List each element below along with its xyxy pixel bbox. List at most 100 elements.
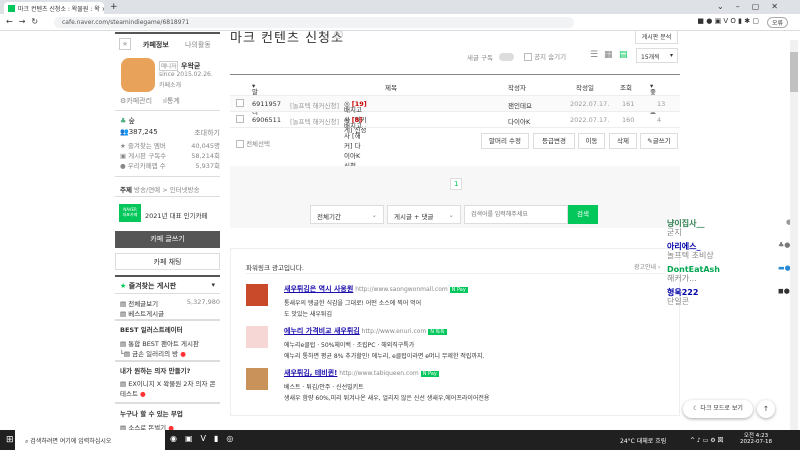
- board-item[interactable]: └▤ 금손 일러리의 방 ●: [120, 348, 186, 358]
- column-header[interactable]: 좋아요 ▾: [650, 82, 656, 116]
- scope-select[interactable]: 게시글 + 댓글 ⌄: [387, 205, 461, 224]
- column-header: 작성자: [508, 84, 526, 92]
- nav-buttons[interactable]: ←→↻: [6, 17, 44, 26]
- board-item[interactable]: ▤ 전체글보기: [120, 298, 158, 308]
- url-text: cafe.naver.com/steamindiegame/6818971: [62, 19, 190, 26]
- select-all-label: 전체선택: [246, 140, 270, 148]
- scrollbar[interactable]: [790, 40, 798, 430]
- scroll-top-button[interactable]: ↑: [757, 400, 775, 418]
- level-label: 숲: [128, 117, 135, 125]
- per-page-select[interactable]: 15개씩 ▾: [636, 48, 678, 63]
- row-author[interactable]: 다이아K: [508, 116, 530, 126]
- browser-tab[interactable]: 마크 컨텐츠 신청소 : 왁물원 : 왁 ×: [4, 2, 104, 14]
- board-item[interactable]: ▤ 베스트게시글: [120, 308, 164, 318]
- ad-title[interactable]: 새우튀김, 테비퀸!: [284, 369, 337, 377]
- ad-image: [246, 368, 268, 390]
- edit-prefix-button[interactable]: 말머리 수정: [481, 133, 529, 149]
- ad-item[interactable]: 새우튀김은 역시 사옹원 http://www.saongwonmall.com…: [246, 284, 468, 318]
- list-view-icon[interactable]: ☰: [590, 50, 598, 60]
- cafe-manage-link[interactable]: ⚙카페관리: [120, 96, 152, 106]
- write-button[interactable]: ✎글쓰기: [640, 133, 678, 149]
- extension-icon[interactable]: ■ ● ▣ V O ▮ ✱ ▢: [697, 17, 759, 28]
- new-tab-button[interactable]: +: [110, 2, 118, 12]
- board-item[interactable]: ▤ EX이니지 X 왁물원 2차 의자 콘테스트 ●: [120, 379, 220, 399]
- row-checkbox[interactable]: [236, 115, 244, 123]
- row-prefix-id: 6911957: [252, 100, 281, 108]
- card-view-icon[interactable]: ▤: [619, 50, 628, 60]
- ad-guide-label: 광고안내: [634, 264, 657, 271]
- stat-value: 40,045명: [191, 142, 220, 150]
- delete-button[interactable]: 삭제: [609, 133, 637, 149]
- tab-my-activity[interactable]: 나의활동: [185, 40, 211, 50]
- board-analyze-button[interactable]: 게시판 분석: [635, 30, 678, 44]
- write-label: 글쓰기: [652, 137, 671, 145]
- change-grade-button[interactable]: 등급변경: [533, 133, 575, 149]
- row-prefix-id: 6906511: [252, 116, 281, 124]
- board-label: 베스트게시글: [128, 310, 165, 318]
- column-header: 제목: [385, 84, 397, 92]
- profile-button[interactable]: 오류: [766, 17, 788, 28]
- taskbar-app-icons[interactable]: ◉▣Ⅴ▮◎: [170, 434, 241, 443]
- chevron-down-icon[interactable]: ▾: [211, 281, 215, 289]
- select-all-checkbox[interactable]: 전체선택: [236, 138, 270, 148]
- ad-desc: 생새우 함량 60%,미리 튀겨나온 새우, 얼리지 않은 신선 생새우,에어프…: [284, 395, 490, 402]
- cafe-chat-button[interactable]: 카페 채팅: [115, 253, 220, 270]
- row-checkbox[interactable]: [236, 99, 244, 107]
- board-label: 금손 일러리의 방: [132, 350, 179, 358]
- ad-desc: 에누리e클럽 · 50%체이백 · 조립PC · 해외직구특가: [284, 342, 415, 349]
- favorite-star-icon[interactable]: ★: [334, 30, 343, 39]
- tab-title: 마크 컨텐츠 신청소 : 왁물원 : 왁: [18, 6, 100, 13]
- tab-cafe-info[interactable]: 카페정보: [143, 40, 169, 50]
- taskbar-search[interactable]: ⌕ 검색하려면 여기에 입력하십시오: [15, 430, 165, 450]
- ad-title[interactable]: 에누리 가격비교 새우튀김: [284, 327, 360, 335]
- star-icon[interactable]: ★: [119, 38, 131, 50]
- manager-name[interactable]: 우왁굳: [181, 61, 200, 71]
- ad-url: http://www.enuri.com: [361, 328, 427, 335]
- member-count[interactable]: 👥387,245: [120, 128, 158, 136]
- fav-boards-header[interactable]: ★ 즐겨찾는 게시판: [120, 281, 176, 291]
- window-controls[interactable]: ⌄–▢✕: [717, 2, 790, 11]
- section-title: 누구나 할 수 있는 부업: [120, 410, 183, 418]
- section-title: 내가 원하는 의자 만들기?: [120, 367, 191, 375]
- tray-icons[interactable]: ^ ♪ ▭ ⚙ 図: [690, 435, 724, 444]
- search-button[interactable]: 검색: [568, 205, 598, 224]
- table-row[interactable]: 6906511 [놀프텍 해커신청] 배치고사 [해커] 다이아K 신청 ◎ […: [230, 112, 680, 170]
- cafe-intro-link[interactable]: 카페소개: [159, 80, 181, 89]
- row-title-link[interactable]: 배치고사 [해커] 다이아K 신청 ◎ [8]: [344, 116, 362, 170]
- ad-image: [246, 284, 268, 306]
- clock[interactable]: 오전 4:23 2022-07-18: [740, 431, 772, 445]
- ad-guide-link[interactable]: 광고안내 ›: [634, 262, 660, 271]
- table-row[interactable]: 6911957 [놀프텍 해커신청] 배치고사 [마키게] 신청 ◎ [19] …: [230, 96, 680, 134]
- row-title-link[interactable]: 배치고사 [마키게] 신청 ◎ [19]: [344, 100, 367, 134]
- search-input[interactable]: [464, 205, 568, 224]
- hide-notice-checkbox[interactable]: 공지 숨기기: [524, 51, 566, 61]
- row-title: 배치고사 [해커] 다이아K 신청: [344, 122, 362, 170]
- ad-title[interactable]: 새우튀김은 역시 사옹원: [284, 285, 353, 293]
- subscribe-toggle[interactable]: [499, 53, 514, 61]
- row-date: 2022.07.17.: [570, 116, 610, 124]
- stats-link[interactable]: ıl통계: [163, 96, 180, 106]
- dark-mode-button[interactable]: ☾ 다크 모드로 보기: [683, 400, 753, 418]
- row-prefix: [놀프텍 해커신청]: [290, 118, 339, 126]
- extensions: ■ ● ▣ V O ▮ ✱ ▢ 오류: [697, 17, 788, 28]
- period-select[interactable]: 전체기간 ⌄: [310, 205, 384, 224]
- board-item[interactable]: ▤ 통합 BEST 팬아트 게시판: [120, 338, 199, 348]
- chat-message: 형욱222 단일콘: [667, 288, 698, 306]
- windows-start-icon[interactable]: ⊞: [6, 435, 14, 445]
- chat-username: DontEatAsh: [667, 265, 720, 274]
- moon-icon: ☾: [693, 405, 699, 412]
- move-button[interactable]: 이동: [578, 133, 605, 149]
- topic-value[interactable]: 방송/연예 > 인터넷방송: [134, 186, 200, 194]
- page-1[interactable]: 1: [450, 178, 463, 190]
- ad-item[interactable]: 새우튀김, 테비퀸! http://www.tabiqueen.com N Pa…: [246, 368, 489, 402]
- weather-text[interactable]: 24°C 대체로 흐림: [620, 436, 666, 445]
- invite-link[interactable]: 초대하기: [194, 128, 220, 138]
- stats-label: 통계: [166, 97, 180, 105]
- column-header[interactable]: 말머리 ▾: [252, 82, 258, 116]
- ad-item[interactable]: 에누리 가격비교 새우튀김 http://www.enuri.com N 톡톡 …: [246, 326, 484, 360]
- row-author[interactable]: 잰인데요: [508, 100, 532, 110]
- grid-view-icon[interactable]: ▦: [604, 50, 613, 60]
- chat-username: 냥이집사__: [667, 219, 705, 228]
- badge-icon: ♣●: [778, 241, 791, 249]
- cafe-write-button[interactable]: 카페 글쓰기: [115, 231, 220, 248]
